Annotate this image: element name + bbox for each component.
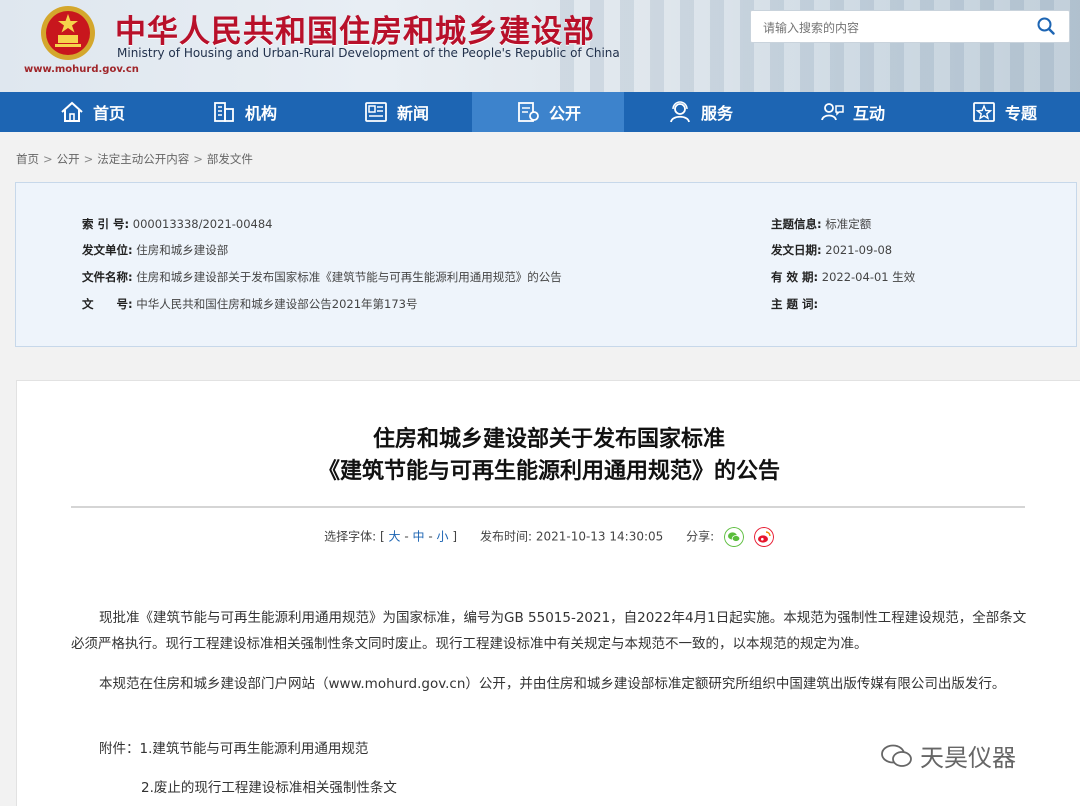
nav-home[interactable]: 首页: [16, 92, 168, 132]
watermark: 天昊仪器: [880, 738, 1016, 773]
info-label: 主 题 词:: [771, 297, 819, 311]
attachment-item[interactable]: 2.废止的现行工程建设标准相关强制性条文: [141, 775, 1080, 801]
breadcrumb-public[interactable]: 公开: [57, 152, 80, 166]
weibo-icon[interactable]: [753, 527, 774, 547]
info-date: 发文日期: 2021-09-08: [771, 242, 892, 258]
title-divider: [71, 506, 1025, 508]
site-subtitle: Ministry of Housing and Urban-Rural Deve…: [117, 46, 620, 60]
info-topic: 主题信息: 标准定额: [771, 216, 871, 232]
fontsize-separator: -: [404, 529, 409, 544]
fontsize-bracket: [: [379, 529, 385, 544]
national-emblem-icon: [41, 6, 95, 60]
site-header: www.mohurd.gov.cn 中华人民共和国住房和城乡建设部 Minist…: [0, 0, 1080, 92]
nav-label: 互动: [852, 104, 885, 123]
info-issuer: 发文单位: 住房和城乡建设部: [82, 242, 228, 258]
fontsize-label: 选择字体:: [324, 529, 377, 544]
breadcrumb-separator: >: [43, 152, 53, 166]
info-filename: 文件名称: 住房和城乡建设部关于发布国家标准《建筑节能与可再生能源利用通用规范》…: [82, 269, 562, 285]
info-label: 有 效 期:: [771, 270, 819, 284]
article-paragraph: 现批准《建筑节能与可再生能源利用通用规范》为国家标准，编号为GB 55015-2…: [71, 610, 1027, 652]
breadcrumb-files[interactable]: 部发文件: [207, 152, 253, 166]
nav-service[interactable]: 服务: [624, 92, 776, 132]
news-icon: [365, 102, 387, 122]
nav-label: 新闻: [396, 104, 429, 123]
fontsize-bracket: ]: [452, 529, 458, 544]
nav-public[interactable]: 公开: [472, 92, 624, 132]
info-value: 中华人民共和国住房和城乡建设部公告2021年第173号: [136, 297, 418, 311]
nav-label: 首页: [92, 104, 125, 123]
info-label: 文 号:: [82, 297, 133, 311]
info-label: 文件名称:: [82, 270, 133, 284]
nav-organization[interactable]: 机构: [168, 92, 320, 132]
info-label: 索 引 号:: [82, 217, 130, 231]
info-value: 住房和城乡建设部关于发布国家标准《建筑节能与可再生能源利用通用规范》的公告: [136, 270, 562, 284]
wechat-watermark-icon: [881, 744, 912, 767]
nav-label: 专题: [1004, 104, 1037, 123]
site-title: 中华人民共和国住房和城乡建设部: [115, 14, 595, 50]
interact-icon: [821, 103, 844, 121]
nav-label: 公开: [548, 104, 581, 123]
article-title-line2: 《建筑节能与可再生能源利用通用规范》的公告: [317, 459, 780, 484]
service-icon: [670, 101, 690, 123]
info-value: 2022-04-01 生效: [821, 270, 916, 284]
watermark-text: 天昊仪器: [920, 744, 1016, 772]
font-medium-button[interactable]: 中: [413, 530, 425, 544]
wechat-icon[interactable]: [724, 527, 745, 547]
info-label: 发文单位:: [82, 243, 133, 257]
nav-news[interactable]: 新闻: [320, 92, 472, 132]
publish-time: 2021-10-13 14:30:05: [535, 529, 664, 544]
info-valid: 有 效 期: 2022-04-01 生效: [771, 269, 915, 285]
nav-interaction[interactable]: 互动: [776, 92, 928, 132]
nav-topic[interactable]: 专题: [928, 92, 1080, 132]
info-value: 住房和城乡建设部: [136, 243, 229, 257]
info-value: 000013338/2021-00484: [132, 217, 273, 231]
topic-icon: [973, 102, 995, 122]
share-label: 分享:: [686, 529, 715, 544]
breadcrumb-legal[interactable]: 法定主动公开内容: [97, 152, 189, 166]
info-label: 发文日期:: [771, 243, 822, 257]
info-index: 索 引 号: 000013338/2021-00484: [82, 216, 273, 232]
site-url: www.mohurd.gov.cn: [24, 64, 139, 75]
info-value: 2021-09-08: [825, 243, 893, 257]
search-icon[interactable]: [1037, 17, 1055, 35]
document-icon: [518, 102, 539, 122]
document-info-box: 索 引 号: 000013338/2021-00484 发文单位: 住房和城乡建…: [15, 182, 1077, 347]
breadcrumb-home[interactable]: 首页: [16, 152, 39, 166]
breadcrumb: 首页 > 公开 > 法定主动公开内容 > 部发文件: [16, 151, 253, 167]
home-icon: [61, 101, 83, 122]
info-value: 标准定额: [825, 217, 872, 231]
fontsize-separator: -: [428, 529, 433, 544]
info-keyword: 主 题 词:: [771, 296, 818, 312]
article-meta: 选择字体: [ 大 - 中 - 小 ] 发布时间: 2021-10-13 14:…: [17, 527, 1080, 547]
publish-label: 发布时间:: [479, 529, 532, 544]
nav-label: 机构: [244, 104, 277, 123]
info-docno: 文 号: 中华人民共和国住房和城乡建设部公告2021年第173号: [82, 296, 417, 312]
nav-label: 服务: [700, 104, 733, 123]
search-input[interactable]: [761, 11, 1015, 44]
breadcrumb-separator: >: [83, 152, 94, 166]
font-large-button[interactable]: 大: [389, 530, 401, 544]
article-paragraph: 本规范在住房和城乡建设部门户网站（www.mohurd.gov.cn）公开，并由…: [99, 676, 1006, 692]
font-small-button[interactable]: 小: [437, 530, 449, 544]
building-icon: [214, 102, 234, 122]
search-box: [750, 10, 1070, 44]
info-label: 主题信息:: [771, 217, 822, 231]
article-title-line1: 住房和城乡建设部关于发布国家标准: [372, 427, 725, 452]
breadcrumb-separator: >: [193, 152, 203, 166]
main-nav: 首页 机构 新闻 公开 服务 互动 专题: [0, 92, 1080, 132]
